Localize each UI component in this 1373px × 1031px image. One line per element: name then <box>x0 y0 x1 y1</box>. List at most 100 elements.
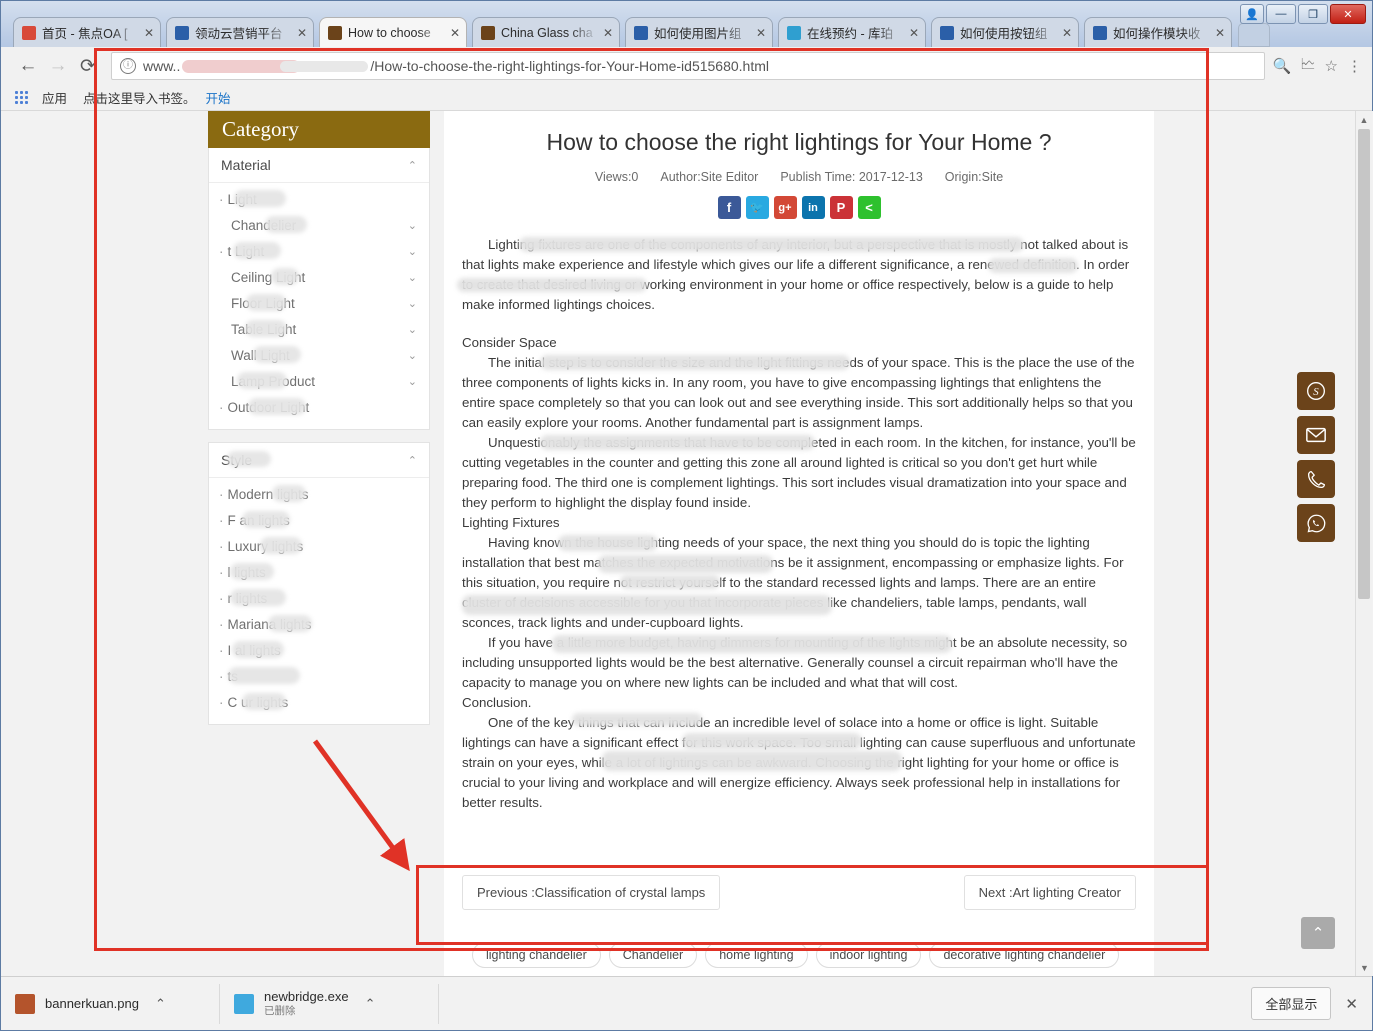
sidebar-category-item[interactable]: ·Light <box>209 187 429 213</box>
category-group-header[interactable]: Style ⌃ <box>209 443 429 478</box>
sidebar-category-item[interactable]: ·C ur lights <box>209 690 429 716</box>
maximize-button[interactable]: ❐ <box>1298 4 1328 24</box>
show-all-downloads-button[interactable]: 全部显示 <box>1251 987 1332 1020</box>
download-item[interactable]: newbridge.exe 已删除 ⌃ <box>220 983 439 1024</box>
download-menu-caret-icon[interactable]: ⌃ <box>365 996 376 1012</box>
star-icon[interactable]: ☆ <box>1325 57 1338 75</box>
browser-tab[interactable]: 首页 - 焦点OA [✕ <box>13 17 161 47</box>
sidebar-category-item[interactable]: Lamp Product⌄ <box>209 369 429 395</box>
window-controls: 👤 — ❐ ✕ <box>1240 4 1366 24</box>
sidebar-category-item[interactable]: Wall Light⌄ <box>209 343 429 369</box>
sidebar-category-item[interactable]: Table Light⌄ <box>209 317 429 343</box>
scroll-down-arrow[interactable]: ▼ <box>1356 959 1373 976</box>
tab-close-icon[interactable]: ✕ <box>1213 26 1227 40</box>
previous-article-link[interactable]: Previous :Classification of crystal lamp… <box>462 875 721 910</box>
chevron-down-icon[interactable]: ⌄ <box>408 242 417 262</box>
download-menu-caret-icon[interactable]: ⌃ <box>155 996 166 1012</box>
chevron-down-icon[interactable]: ⌄ <box>408 216 417 236</box>
skype-icon[interactable]: S <box>1297 372 1335 410</box>
bullet-icon: · <box>219 695 224 710</box>
chevron-up-icon[interactable]: ⌃ <box>408 454 417 467</box>
download-file-name: bannerkuan.png <box>45 995 139 1011</box>
chevron-down-icon[interactable]: ⌄ <box>408 346 417 366</box>
tab-close-icon[interactable]: ✕ <box>601 26 615 40</box>
tab-close-icon[interactable]: ✕ <box>448 26 462 40</box>
back-button[interactable]: ← <box>13 51 43 81</box>
google-plus-share-icon[interactable]: g+ <box>773 196 797 219</box>
apps-grid-icon[interactable] <box>15 91 28 104</box>
redaction-mask <box>241 693 286 710</box>
article-tag[interactable]: decorative lighting chandelier <box>929 942 1120 968</box>
tab-close-icon[interactable]: ✕ <box>295 26 309 40</box>
address-bar[interactable]: ⓘ www.. /How-to-choose-the-right-lightin… <box>111 52 1265 80</box>
phone-icon[interactable] <box>1297 460 1335 498</box>
next-article-link[interactable]: Next :Art lighting Creator <box>963 875 1136 910</box>
download-item[interactable]: bannerkuan.png ⌃ <box>1 983 220 1024</box>
redaction-mask <box>558 535 658 551</box>
twitter-share-icon[interactable]: 🐦 <box>745 196 769 219</box>
apps-label[interactable]: 应用 <box>42 88 67 107</box>
chevron-down-icon[interactable]: ⌄ <box>408 268 417 288</box>
close-window-button[interactable]: ✕ <box>1330 4 1366 24</box>
browser-tab[interactable]: 在线预约 - 库珀 ✕ <box>778 17 926 47</box>
browser-tab[interactable]: How to choose ✕ <box>319 17 467 47</box>
chevron-up-icon[interactable]: ⌃ <box>408 159 417 172</box>
forward-button[interactable]: → <box>43 51 73 81</box>
browser-tab[interactable]: 领动云营销平台 ✕ <box>166 17 314 47</box>
sidebar-category-item[interactable]: ·t Light⌄ <box>209 239 429 265</box>
close-download-bar-icon[interactable]: ✕ <box>1345 995 1358 1013</box>
bookmark-start-link[interactable]: 开始 <box>206 88 231 107</box>
article-tag[interactable]: home lighting <box>705 942 808 968</box>
linkedin-share-icon[interactable]: in <box>801 196 825 219</box>
sidebar-category-item[interactable]: ·I al lights <box>209 638 429 664</box>
article-tag[interactable]: Chandelier <box>608 942 698 968</box>
chevron-down-icon[interactable]: ⌄ <box>408 372 417 392</box>
reload-button[interactable]: ⟳ <box>73 51 103 81</box>
sidebar-category-item[interactable]: ·F an lights <box>209 508 429 534</box>
browser-tab[interactable]: 如何使用按钮组 ✕ <box>931 17 1079 47</box>
redaction-mask <box>227 667 300 684</box>
article-tag[interactable]: indoor lighting <box>815 942 922 968</box>
scroll-to-top-button[interactable]: ⌃ <box>1301 917 1335 949</box>
download-file-icon <box>234 993 254 1014</box>
facebook-share-icon[interactable]: f <box>717 196 741 219</box>
tab-close-icon[interactable]: ✕ <box>907 26 921 40</box>
sidebar-category-item[interactable]: ·Outdoor Light <box>209 395 429 421</box>
sidebar-category-item[interactable]: Chandelier ⌄ <box>209 213 429 239</box>
chevron-down-icon[interactable]: ⌄ <box>408 320 417 340</box>
tab-close-icon[interactable]: ✕ <box>142 26 156 40</box>
page-scrollbar[interactable]: ▲ ▼ <box>1355 111 1372 976</box>
tab-close-icon[interactable]: ✕ <box>754 26 768 40</box>
article-tag[interactable]: lighting chandelier <box>472 942 601 968</box>
email-icon[interactable] <box>1297 416 1335 454</box>
share-share-icon[interactable]: < <box>857 196 881 219</box>
sidebar-category-item[interactable]: ·Luxury lights <box>209 534 429 560</box>
page-title: How to choose the right lightings for Yo… <box>546 129 1052 155</box>
sidebar-category-item[interactable]: ·Mariana lights <box>209 612 429 638</box>
tab-label: How to choose <box>348 25 431 40</box>
browser-tab[interactable]: 如何操作模块收 ✕ <box>1084 17 1232 47</box>
scroll-up-arrow[interactable]: ▲ <box>1356 111 1372 128</box>
minimize-button[interactable]: — <box>1266 4 1296 24</box>
scrollbar-thumb[interactable] <box>1358 129 1370 599</box>
sidebar-category-item[interactable]: Floor Light⌄ <box>209 291 429 317</box>
tab-favicon-icon <box>1093 25 1107 40</box>
sidebar-category-item[interactable]: · Modern lights <box>209 482 429 508</box>
tab-close-icon[interactable]: ✕ <box>1060 26 1074 40</box>
pinterest-share-icon[interactable]: P <box>829 196 853 219</box>
translate-icon[interactable]: 🗠 <box>1300 54 1315 79</box>
sidebar-category-item[interactable]: ·ts <box>209 664 429 690</box>
sidebar-category-item[interactable]: ·l lights <box>209 560 429 586</box>
sidebar-category-item[interactable]: Ceiling Light ⌄ <box>209 265 429 291</box>
category-group-header[interactable]: Material ⌃ <box>209 148 429 183</box>
user-profile-button[interactable]: 👤 <box>1240 4 1264 24</box>
browser-tab[interactable]: China Glass cha ✕ <box>472 17 620 47</box>
site-info-icon[interactable]: ⓘ <box>120 58 136 74</box>
browser-menu-icon[interactable]: ⋮ <box>1347 57 1362 75</box>
browser-tab[interactable]: 如何使用图片组 ✕ <box>625 17 773 47</box>
chevron-down-icon[interactable]: ⌄ <box>408 294 417 314</box>
zoom-search-icon[interactable]: 🔍 <box>1273 57 1292 75</box>
new-tab-button[interactable] <box>1238 23 1270 47</box>
sidebar-category-item[interactable]: ·r lights <box>209 586 429 612</box>
whatsapp-icon[interactable] <box>1297 504 1335 542</box>
